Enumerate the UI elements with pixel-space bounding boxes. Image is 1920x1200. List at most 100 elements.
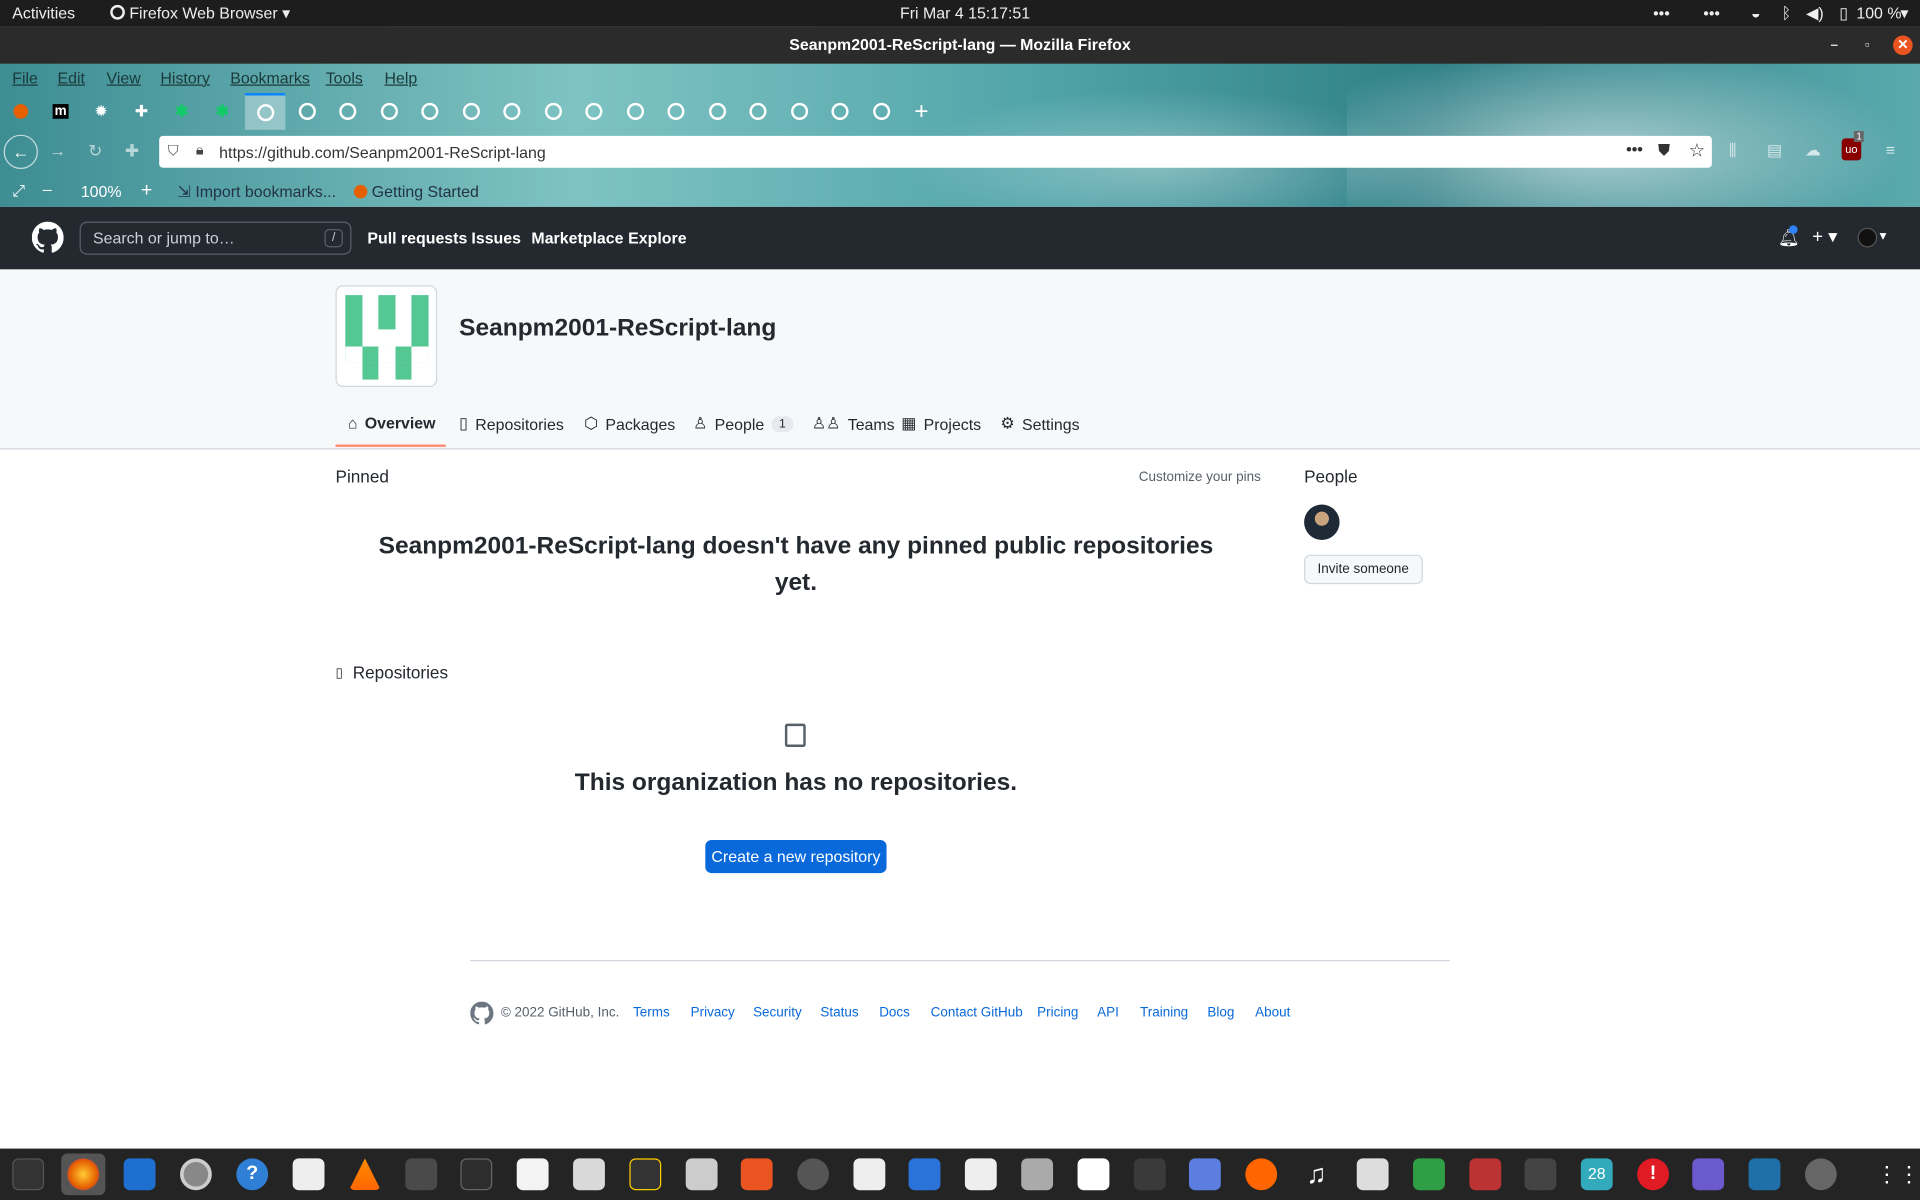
library-icon[interactable]: ⫼	[1729, 141, 1736, 161]
text-editor-icon[interactable]	[292, 1158, 325, 1191]
screenshot-icon[interactable]	[1692, 1158, 1725, 1191]
document-viewer-icon[interactable]	[1356, 1158, 1389, 1191]
spreadsheet-icon[interactable]	[1413, 1158, 1445, 1191]
footer-about[interactable]: About	[1255, 1005, 1290, 1020]
create-repository-button[interactable]: Create a new repository	[705, 840, 887, 874]
page-actions-icon[interactable]: •••	[1626, 140, 1643, 158]
user-menu-chevron-icon[interactable]: ▾	[1880, 228, 1887, 244]
pocket-icon[interactable]: ⛊	[1658, 141, 1670, 161]
tab-firefox[interactable]	[0, 93, 40, 130]
tasks-icon[interactable]	[908, 1158, 941, 1191]
battery-icon[interactable]: ▯	[1839, 4, 1848, 24]
tab-github[interactable]	[615, 93, 655, 130]
game-icon[interactable]	[1469, 1158, 1502, 1191]
terminal-icon[interactable]	[460, 1158, 493, 1191]
tab-repositories[interactable]: ▯ Repositories	[459, 414, 564, 434]
appimage-icon[interactable]	[1804, 1158, 1837, 1191]
screen-share-icon[interactable]	[1188, 1158, 1221, 1191]
firefox-icon[interactable]	[67, 1158, 100, 1191]
footer-contact[interactable]: Contact GitHub	[931, 1005, 1023, 1020]
wifi-icon[interactable]: ◒	[1751, 4, 1761, 22]
nav-issues[interactable]: Issues	[471, 229, 521, 247]
presentation-icon[interactable]	[964, 1158, 997, 1191]
sync-icon[interactable]: ☁	[1805, 141, 1821, 161]
volume-icon[interactable]: ◀)	[1806, 4, 1824, 24]
menu-file[interactable]: File	[12, 69, 38, 87]
footer-status[interactable]: Status	[820, 1005, 858, 1020]
chart-app-icon[interactable]	[516, 1158, 549, 1191]
new-tab-button[interactable]: +	[901, 93, 941, 130]
zoom-out-icon[interactable]: –	[43, 180, 52, 198]
member-avatar[interactable]	[1304, 504, 1340, 541]
help-icon[interactable]: ?	[236, 1158, 269, 1191]
tab-settings[interactable]: ⚙ Settings	[1000, 414, 1079, 434]
app-menu[interactable]: Firefox Web Browser ▾	[110, 4, 290, 24]
tab-github[interactable]	[819, 93, 859, 130]
more-icon[interactable]: •••	[1653, 4, 1670, 22]
tab-github-active[interactable]	[244, 93, 286, 130]
nav-marketplace[interactable]: Marketplace	[531, 229, 623, 247]
nav-pull-requests[interactable]: Pull requests	[367, 229, 467, 247]
image-viewer-icon[interactable]	[685, 1158, 718, 1191]
url-bar[interactable]: ⛉ 🔒︎ https://github.com/Seanpm2001-ReScr…	[159, 135, 1712, 168]
fullscreen-icon[interactable]: ⤢	[12, 181, 25, 201]
user-avatar[interactable]	[1857, 227, 1878, 248]
menu-bookmarks[interactable]: Bookmarks	[230, 69, 310, 87]
bookmark-import[interactable]: ⇲ Import bookmarks...	[178, 182, 336, 202]
writer-icon[interactable]	[123, 1158, 156, 1191]
tab-medium[interactable]: m	[40, 93, 80, 130]
search-input[interactable]: Search or jump to… /	[79, 221, 352, 255]
calendar-icon[interactable]: 28	[1580, 1158, 1613, 1191]
tab-github[interactable]	[697, 93, 737, 130]
menu-history[interactable]: History	[160, 69, 210, 87]
files-icon[interactable]	[573, 1158, 605, 1191]
footer-training[interactable]: Training	[1140, 1005, 1188, 1020]
bookmark-getting-started[interactable]: Getting Started	[353, 182, 479, 201]
tab-ext-2[interactable]: ✱	[202, 93, 242, 130]
star-icon[interactable]: ☆	[1689, 140, 1705, 162]
system-monitor-icon[interactable]	[12, 1158, 45, 1191]
footer-terms[interactable]: Terms	[633, 1005, 670, 1020]
bluetooth-icon[interactable]: ᛒ	[1782, 4, 1792, 22]
menu-tools[interactable]: Tools	[326, 69, 363, 87]
archive-icon[interactable]	[1021, 1158, 1054, 1191]
github-logo-icon[interactable]	[31, 221, 64, 254]
footer-pricing[interactable]: Pricing	[1037, 1005, 1078, 1020]
zoom-level[interactable]: 100%	[81, 182, 122, 200]
shield-icon[interactable]: ⛉	[168, 142, 179, 160]
character-map-icon[interactable]	[1077, 1158, 1110, 1191]
invite-someone-button[interactable]: Invite someone	[1304, 554, 1423, 585]
tab-github[interactable]	[655, 93, 695, 130]
remote-desktop-icon[interactable]	[1748, 1158, 1781, 1191]
maximize-icon[interactable]: ▫	[1858, 36, 1878, 56]
nav-explore[interactable]: Explore	[628, 229, 686, 247]
tab-github[interactable]	[533, 93, 573, 130]
lock-icon[interactable]: 🔒︎	[196, 141, 204, 159]
footer-blog[interactable]: Blog	[1207, 1005, 1234, 1020]
calculator-icon[interactable]	[629, 1158, 662, 1191]
system-menu-icon[interactable]: ▾	[1900, 4, 1908, 24]
footer-security[interactable]: Security	[753, 1005, 802, 1020]
github-footer-logo-icon[interactable]	[470, 1001, 494, 1025]
update-icon[interactable]	[1245, 1158, 1278, 1191]
tab-overview[interactable]: ⌂ Overview	[348, 414, 436, 432]
url-text[interactable]: https://github.com/Seanpm2001-ReScript-l…	[219, 143, 546, 161]
forward-button[interactable]: →	[49, 141, 66, 161]
tab-people[interactable]: ♙ People 1	[693, 414, 794, 434]
show-apps-icon[interactable]: ⋮⋮⋮	[1876, 1158, 1920, 1190]
vim-icon[interactable]	[1133, 1158, 1166, 1191]
activities-button[interactable]: Activities	[12, 4, 75, 22]
tab-github[interactable]	[451, 93, 491, 130]
extension-icon[interactable]: ✚	[125, 141, 139, 162]
minimize-icon[interactable]: –	[1825, 36, 1845, 56]
tab-teams[interactable]: ♙♙ Teams	[812, 414, 895, 434]
close-icon[interactable]: ✕	[1893, 35, 1913, 56]
tab-github[interactable]	[861, 93, 901, 130]
vlc-icon[interactable]	[348, 1158, 381, 1191]
tab-addons[interactable]: ✚	[121, 93, 161, 130]
tab-github[interactable]	[737, 93, 777, 130]
sidebar-icon[interactable]: ▤	[1767, 141, 1782, 161]
menu-view[interactable]: View	[107, 69, 141, 87]
clock[interactable]: Fri Mar 4 15:17:51	[900, 4, 1030, 22]
disks-icon[interactable]	[797, 1158, 829, 1191]
